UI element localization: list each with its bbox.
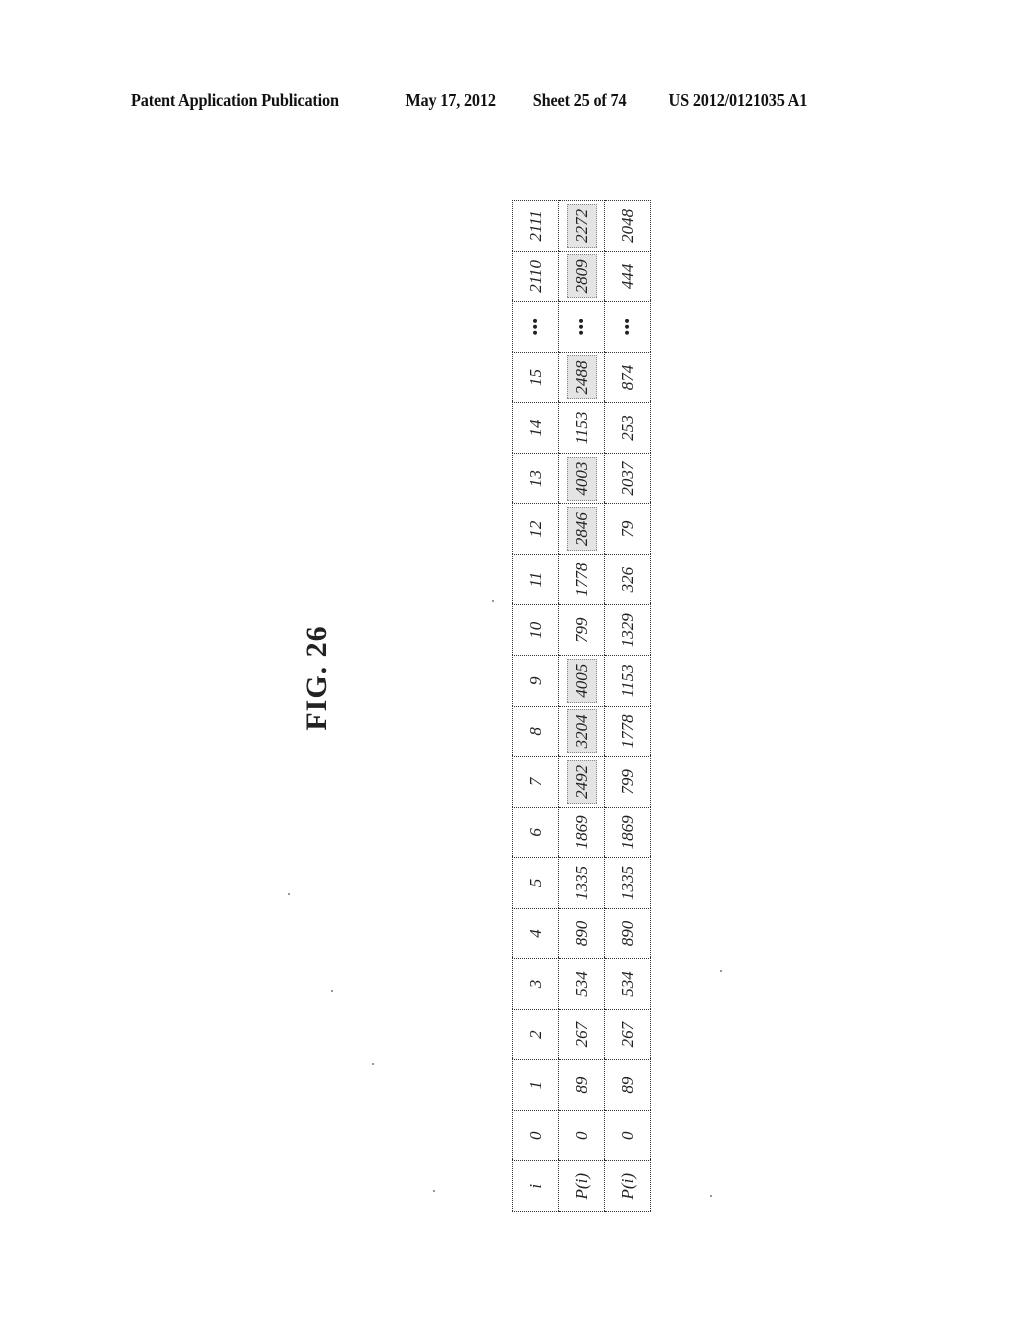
figure-table-wrapper: i 0 1 2 3 4 5 6 7 8 9 10 11 12 13 14 15 ••• 2110 2111 P(i) 0 8… (512, 200, 651, 1212)
p-row-1: P(i) 0 89 267 534 890 1335 1869 2492 3204 4005 799 1… (558, 200, 605, 1212)
value-cell: 1335 (558, 857, 605, 909)
page-header: Patent Application Publication May 17, 2… (131, 90, 838, 114)
scan-speck (372, 1063, 374, 1065)
sheet-number: Sheet 25 of 74 (532, 90, 627, 110)
highlighted-value: 2809 (566, 254, 597, 299)
index-cell: 11 (512, 554, 559, 605)
value-cell: 2492 (558, 756, 605, 808)
index-cell: 1 (512, 1059, 559, 1111)
value-cell: 1778 (604, 706, 651, 757)
row-label: i (512, 1160, 559, 1212)
value-cell: 2488 (558, 352, 605, 403)
value-cell: ••• (604, 301, 651, 353)
row-label: P(i) (558, 1160, 605, 1212)
index-cell: 5 (512, 857, 559, 909)
index-cell: 3 (512, 958, 559, 1010)
highlighted-value: 4003 (566, 456, 597, 501)
index-cell: 6 (512, 807, 559, 858)
permutation-table: i 0 1 2 3 4 5 6 7 8 9 10 11 12 13 14 15 ••• 2110 2111 P(i) 0 8… (512, 200, 651, 1212)
value-cell: 890 (604, 908, 651, 959)
index-cell: 10 (512, 604, 559, 656)
value-cell: 444 (604, 251, 651, 302)
value-cell: 1153 (558, 402, 605, 454)
value-cell: 2809 (558, 251, 605, 302)
value-cell: 534 (558, 958, 605, 1010)
figure-label: FIG. 26 (300, 625, 333, 731)
scan-speck (331, 990, 333, 992)
value-cell: 1778 (558, 554, 605, 605)
value-cell: 799 (558, 604, 605, 656)
index-cell: 8 (512, 706, 559, 757)
highlighted-value: 3204 (566, 709, 597, 754)
value-cell: 4003 (558, 453, 605, 504)
highlighted-value: 2846 (566, 507, 597, 552)
index-cell: 9 (512, 655, 559, 707)
value-cell: 89 (604, 1059, 651, 1111)
index-cell: 7 (512, 756, 559, 808)
value-cell: 253 (604, 402, 651, 454)
value-cell: 0 (558, 1110, 605, 1161)
publication-date: May 17, 2012 (405, 90, 496, 110)
value-cell: 4005 (558, 655, 605, 707)
scan-speck (433, 1190, 435, 1192)
value-cell: 1329 (604, 604, 651, 656)
highlighted-value: 2492 (566, 759, 597, 804)
index-cell: 2111 (512, 200, 559, 252)
index-row: i 0 1 2 3 4 5 6 7 8 9 10 11 12 13 14 15 ••• 2110 2111 (512, 200, 559, 1212)
index-cell: 13 (512, 453, 559, 504)
index-cell: 15 (512, 352, 559, 403)
value-cell: 799 (604, 756, 651, 808)
index-cell: 2 (512, 1009, 559, 1060)
scan-speck (720, 970, 722, 972)
highlighted-value: 4005 (566, 658, 597, 703)
value-cell: 2037 (604, 453, 651, 504)
value-cell: 890 (558, 908, 605, 959)
row-label: P(i) (604, 1160, 651, 1212)
value-cell: 267 (604, 1009, 651, 1060)
scan-speck (492, 600, 494, 602)
index-cell: 4 (512, 908, 559, 959)
value-cell: 326 (604, 554, 651, 605)
publication-label: Patent Application Publication (131, 90, 339, 110)
value-cell: 2272 (558, 200, 605, 252)
index-cell: 12 (512, 503, 559, 555)
index-cell: 2110 (512, 251, 559, 302)
scan-speck (710, 1195, 712, 1197)
index-cell: 14 (512, 402, 559, 454)
value-cell: 267 (558, 1009, 605, 1060)
value-cell: 1869 (558, 807, 605, 858)
value-cell: 2846 (558, 503, 605, 555)
highlighted-value: 2488 (566, 355, 597, 400)
index-cell: ••• (512, 301, 559, 353)
scan-speck (288, 893, 290, 895)
value-cell: 1335 (604, 857, 651, 909)
value-cell: 79 (604, 503, 651, 555)
value-cell: 2048 (604, 200, 651, 252)
value-cell: 534 (604, 958, 651, 1010)
index-cell: 0 (512, 1110, 559, 1161)
value-cell: 89 (558, 1059, 605, 1111)
value-cell: 3204 (558, 706, 605, 757)
value-cell: 874 (604, 352, 651, 403)
highlighted-value: 2272 (566, 203, 597, 248)
p-row-2: P(i) 0 89 267 534 890 1335 1869 799 1778 1153 1329 3… (604, 200, 651, 1212)
value-cell: 0 (604, 1110, 651, 1161)
value-cell: 1869 (604, 807, 651, 858)
value-cell: 1153 (604, 655, 651, 707)
value-cell: ••• (558, 301, 605, 353)
patent-number: US 2012/0121035 A1 (668, 90, 808, 110)
